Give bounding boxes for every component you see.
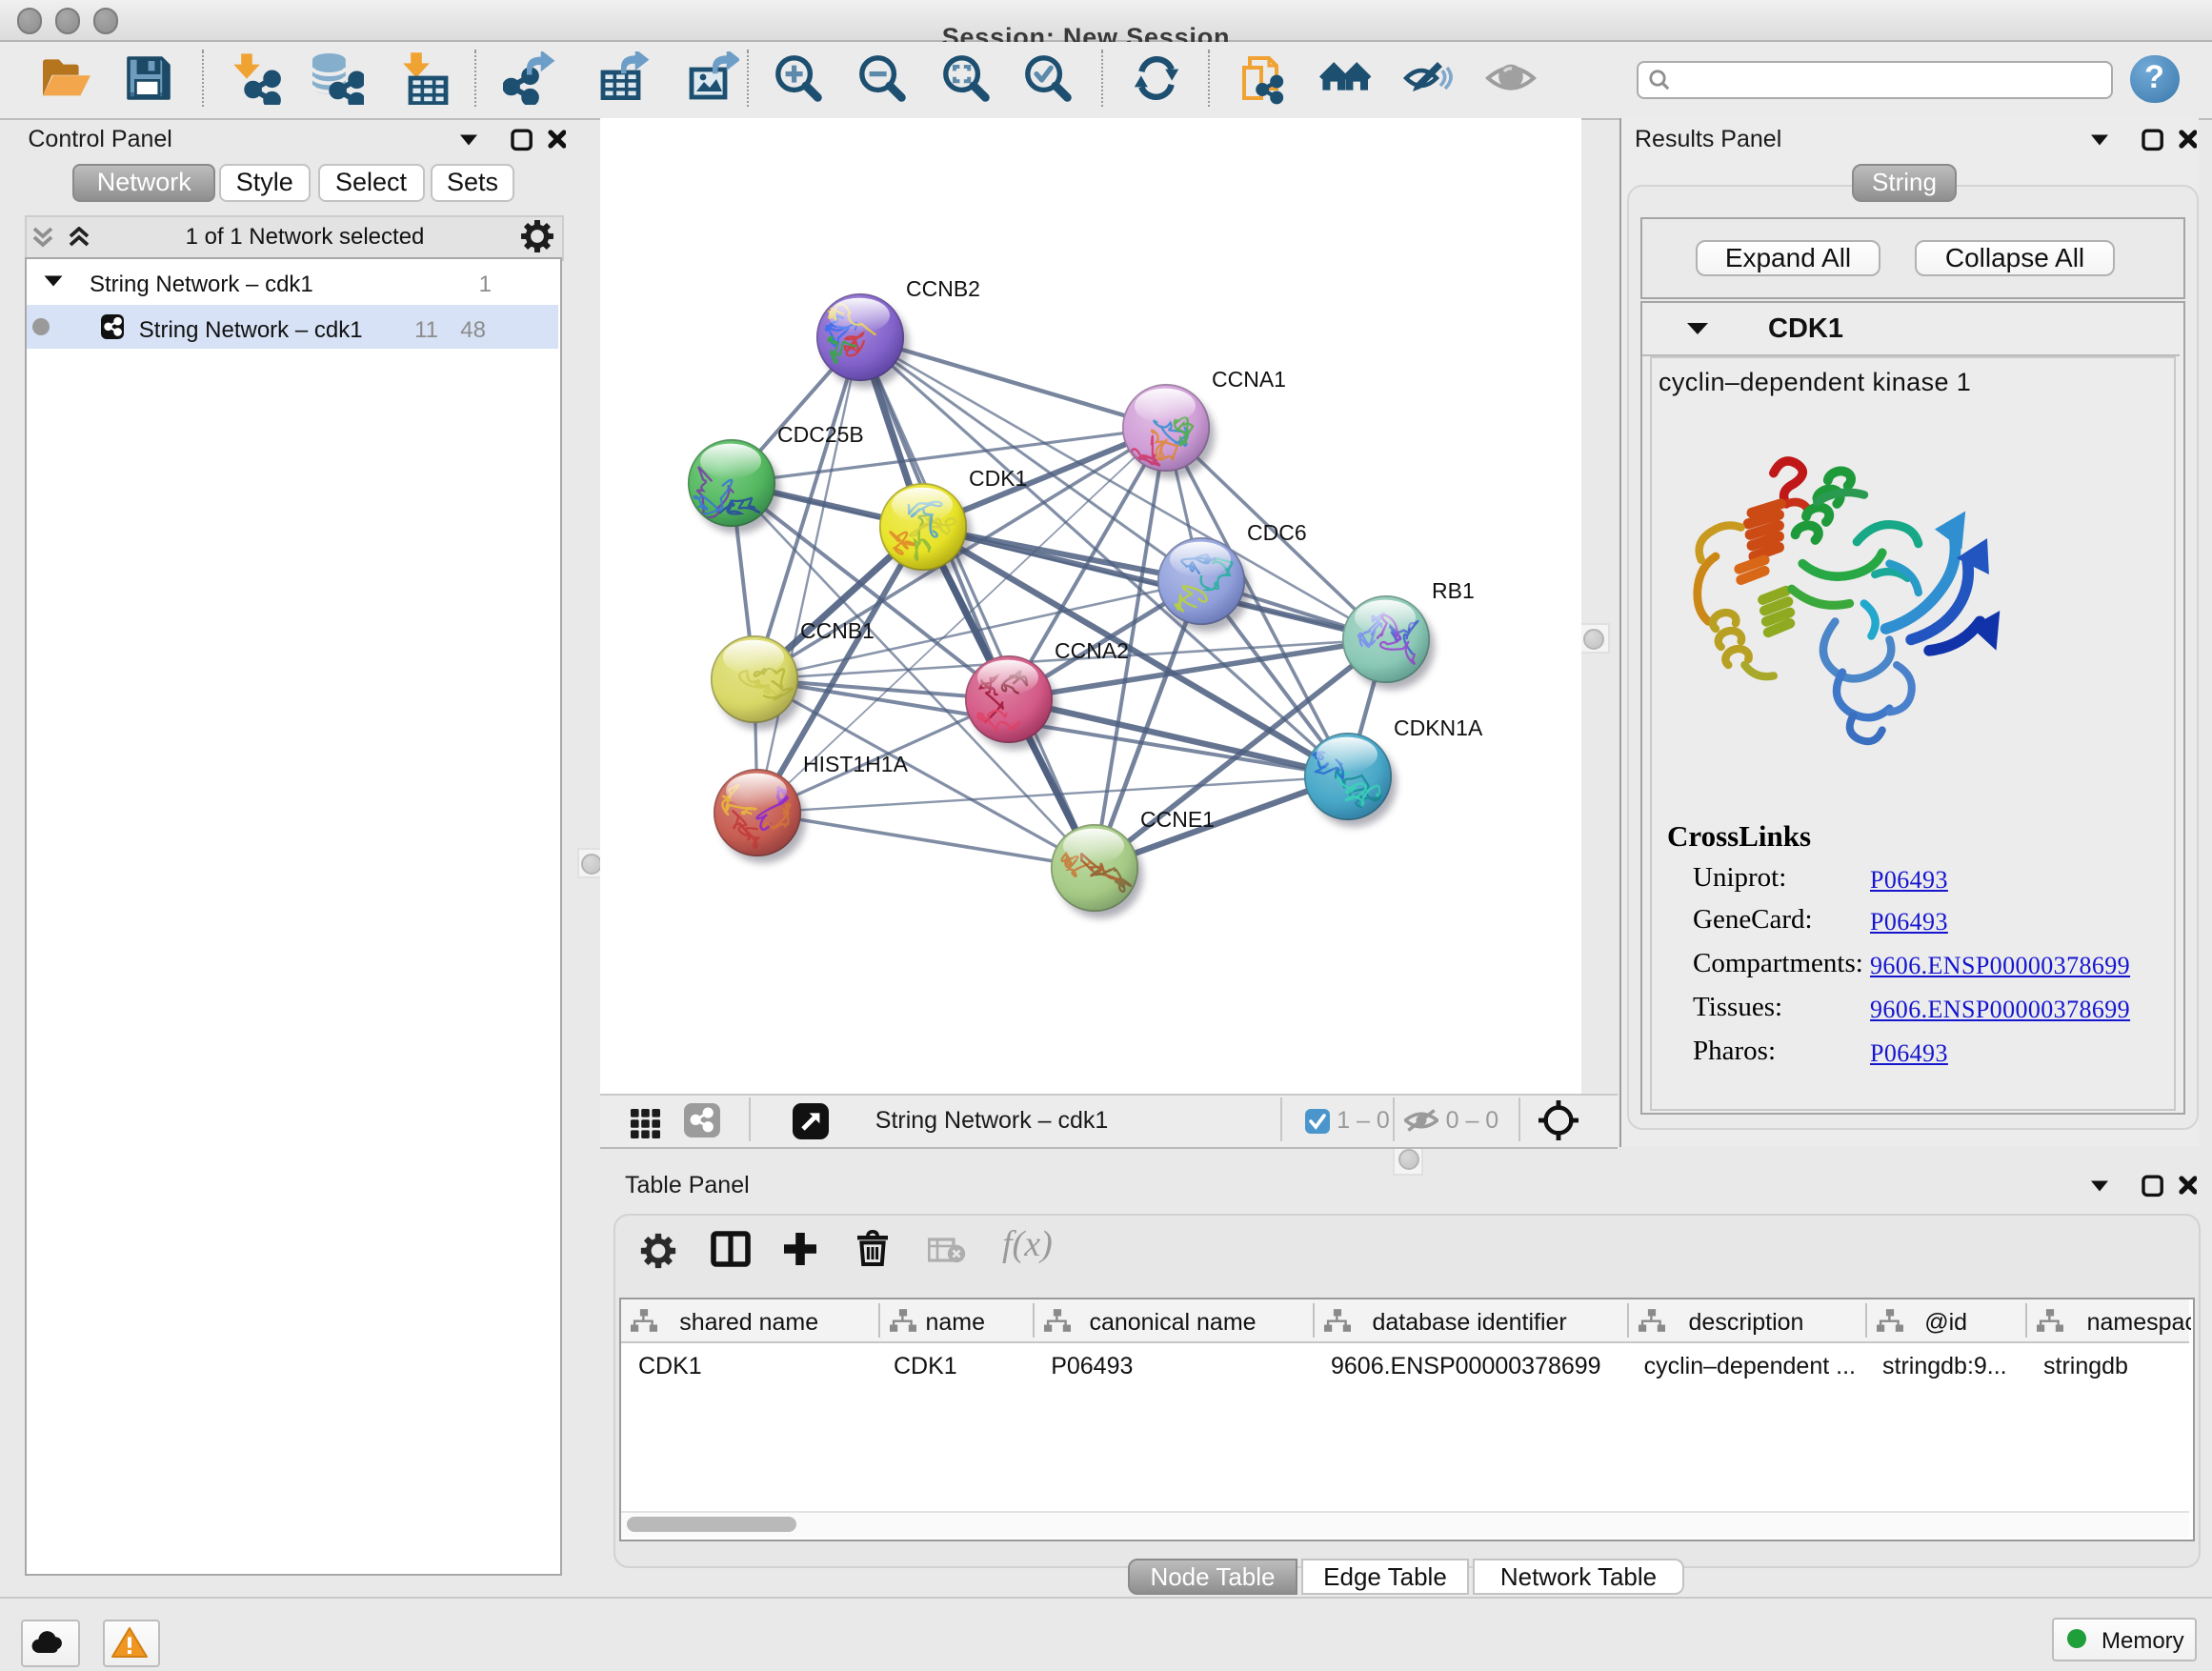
svg-text:RB1: RB1 xyxy=(1432,578,1475,603)
svg-text:CDKN1A: CDKN1A xyxy=(1394,715,1483,740)
svg-text:CDK1: CDK1 xyxy=(969,466,1027,491)
svg-text:CDC25B: CDC25B xyxy=(777,422,864,447)
svg-text:CCNB1: CCNB1 xyxy=(800,618,875,643)
svg-text:CDC6: CDC6 xyxy=(1247,520,1307,545)
svg-text:HIST1H1A: HIST1H1A xyxy=(803,752,909,776)
svg-text:CCNA2: CCNA2 xyxy=(1055,638,1129,663)
svg-text:CCNA1: CCNA1 xyxy=(1212,367,1286,392)
svg-text:CCNE1: CCNE1 xyxy=(1140,807,1215,832)
svg-text:CCNB2: CCNB2 xyxy=(906,276,980,301)
